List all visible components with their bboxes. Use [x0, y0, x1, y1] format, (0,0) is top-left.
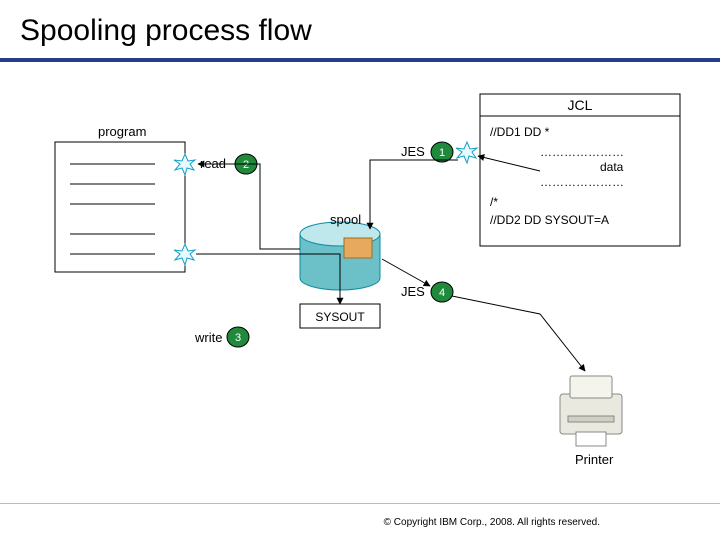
arrow-jes-to-spool — [370, 160, 458, 229]
jcl-dots1: ………………… — [540, 145, 624, 159]
title-underline — [0, 58, 720, 62]
arrow-spool-to-read — [198, 164, 300, 249]
printer-icon — [560, 376, 622, 446]
jes1-label: JES — [401, 144, 425, 159]
step-4-badge: 4 — [431, 282, 453, 302]
jcl-title: JCL — [568, 97, 593, 113]
program-box — [55, 142, 185, 272]
sysout-label: SYSOUT — [315, 310, 365, 324]
printer-label: Printer — [575, 452, 614, 467]
arrow-spool-to-jes4 — [382, 259, 430, 286]
jes4-label: JES — [401, 284, 425, 299]
jcl-dd1: //DD1 DD * — [490, 125, 550, 139]
jcl-dd2: //DD2 DD SYSOUT=A — [490, 213, 609, 227]
page-title: Spooling process flow — [20, 14, 312, 48]
svg-text:2: 2 — [243, 159, 249, 171]
step-1-badge: 1 — [431, 142, 453, 162]
svg-text:4: 4 — [439, 287, 445, 299]
diagram: JCL //DD1 DD * ………………… data ………………… /* /… — [0, 64, 720, 504]
program-label: program — [98, 124, 146, 139]
write-label: write — [194, 330, 222, 345]
footer-text: © Copyright IBM Corp., 2008. All rights … — [384, 517, 600, 528]
slide: Spooling process flow JCL //DD1 DD * ………… — [0, 0, 720, 540]
svg-text:1: 1 — [439, 147, 445, 159]
arrow-jes4-to-printer — [452, 296, 585, 371]
burst-icon — [456, 142, 477, 163]
jcl-end: /* — [490, 195, 498, 209]
jcl-dots2: ………………… — [540, 175, 624, 189]
step-3-badge: 3 — [227, 327, 249, 347]
svg-text:3: 3 — [235, 332, 241, 344]
spool-label: spool — [330, 212, 361, 227]
jcl-data: data — [600, 160, 624, 174]
footer-divider — [0, 503, 720, 504]
